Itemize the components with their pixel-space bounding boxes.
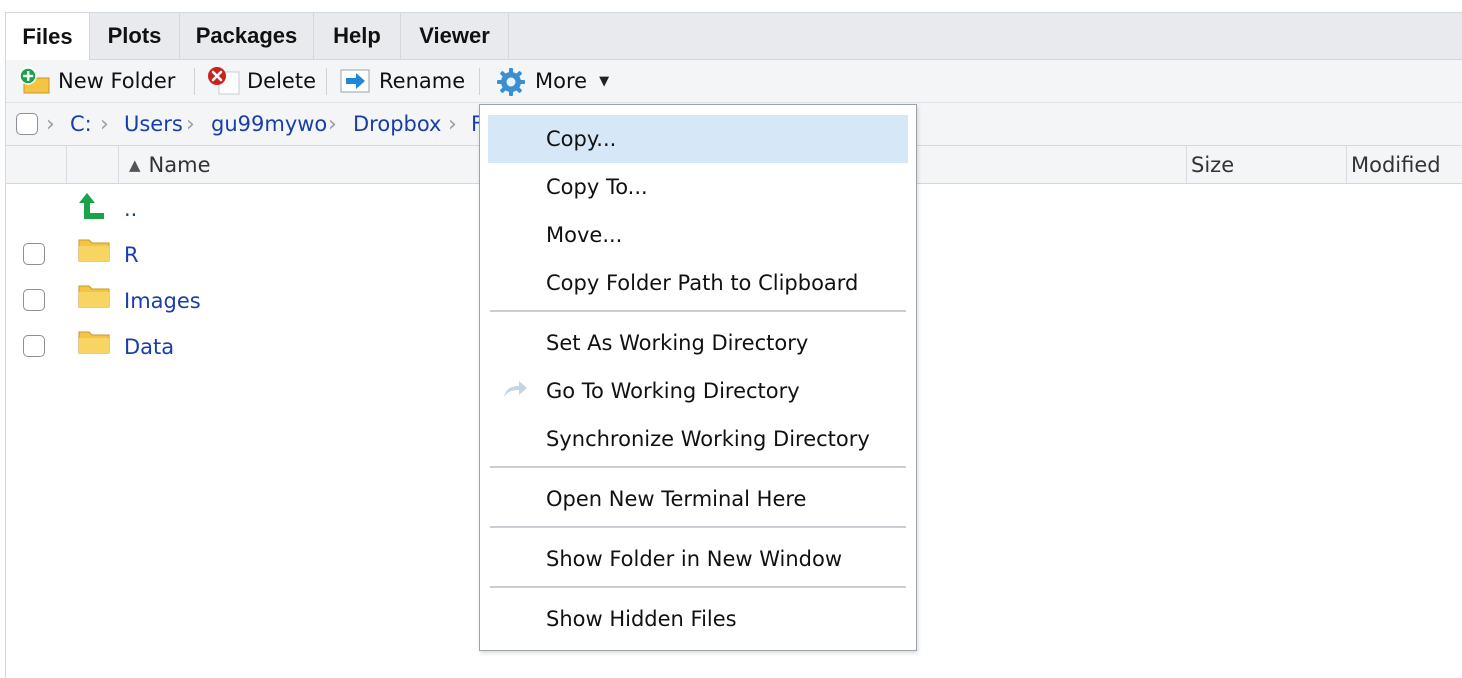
chevron-right-icon: › [100,111,109,137]
name-column-label: Name [148,152,211,177]
goto-arrow-icon [502,379,528,404]
toolbar-divider [326,68,327,95]
modified-column-label: Modified [1351,152,1441,177]
chevron-right-icon: › [46,111,55,137]
more-dropdown-menu: Copy... Copy To... Move... Copy Folder P… [479,104,917,651]
breadcrumb-user[interactable]: gu99mywo [211,103,327,145]
size-column-label: Size [1191,152,1235,177]
row-checkbox[interactable] [23,289,45,311]
gear-icon [495,66,525,96]
more-button[interactable]: More ▼ [495,60,609,102]
caret-down-icon: ▼ [599,73,610,89]
breadcrumb-users[interactable]: Users [124,103,183,145]
parent-directory-link[interactable]: .. [124,186,137,232]
row-checkbox[interactable] [23,335,45,357]
menu-item-synchronize-working-directory[interactable]: Synchronize Working Directory [488,415,908,463]
new-folder-icon [18,66,50,96]
files-toolbar: New Folder Delete Rename More ▼ [6,60,1462,103]
parent-directory-icon [78,191,108,227]
rename-label: Rename [379,69,466,93]
delete-label: Delete [247,69,316,93]
rename-icon [339,66,370,96]
file-name-link[interactable]: R [124,232,139,278]
menu-item-set-working-directory[interactable]: Set As Working Directory [488,319,908,367]
folder-icon [78,283,110,309]
sort-ascending-icon: ▲ [129,155,141,174]
select-all-checkbox[interactable] [16,113,38,135]
tab-files[interactable]: Files [6,13,90,60]
file-name-link[interactable]: Images [124,278,201,324]
tab-plots[interactable]: Plots [90,13,180,59]
tab-help[interactable]: Help [314,13,401,59]
delete-icon [207,66,240,96]
menu-item-move[interactable]: Move... [488,211,908,259]
modified-column-header[interactable]: Modified [1346,146,1462,183]
size-column-header[interactable]: Size [1186,146,1346,183]
menu-item-open-new-terminal[interactable]: Open New Terminal Here [488,475,908,523]
menu-divider [490,310,906,312]
menu-item-copy-folder-path[interactable]: Copy Folder Path to Clipboard [488,259,908,307]
delete-button[interactable]: Delete [207,60,316,102]
menu-item-label: Go To Working Directory [546,379,800,403]
folder-icon [78,237,110,263]
chevron-right-icon: › [448,111,457,137]
new-folder-button[interactable]: New Folder [18,60,175,102]
breadcrumb-drive[interactable]: C: [70,103,92,145]
new-folder-label: New Folder [58,69,176,93]
chevron-right-icon: › [328,111,337,137]
tab-viewer[interactable]: Viewer [401,13,509,59]
folder-icon [78,329,110,355]
menu-item-copy-to[interactable]: Copy To... [488,163,908,211]
file-name-link[interactable]: Data [124,324,174,370]
chevron-right-icon: › [186,111,195,137]
row-checkbox[interactable] [23,243,45,265]
menu-item-copy[interactable]: Copy... [488,115,908,163]
breadcrumb-dropbox[interactable]: Dropbox [353,103,441,145]
menu-item-go-to-working-directory[interactable]: Go To Working Directory [488,367,908,415]
menu-divider [490,526,906,528]
menu-item-show-hidden-files[interactable]: Show Hidden Files [488,595,908,643]
more-label: More [535,69,588,93]
toolbar-divider [194,68,195,95]
rename-button[interactable]: Rename [339,60,465,102]
tab-packages[interactable]: Packages [180,13,314,59]
menu-divider [490,466,906,468]
menu-item-show-folder-new-window[interactable]: Show Folder in New Window [488,535,908,583]
menu-divider [490,586,906,588]
icon-column-header [66,146,118,183]
tab-bar: Files Plots Packages Help Viewer [6,13,1462,60]
toolbar-divider [479,68,480,95]
